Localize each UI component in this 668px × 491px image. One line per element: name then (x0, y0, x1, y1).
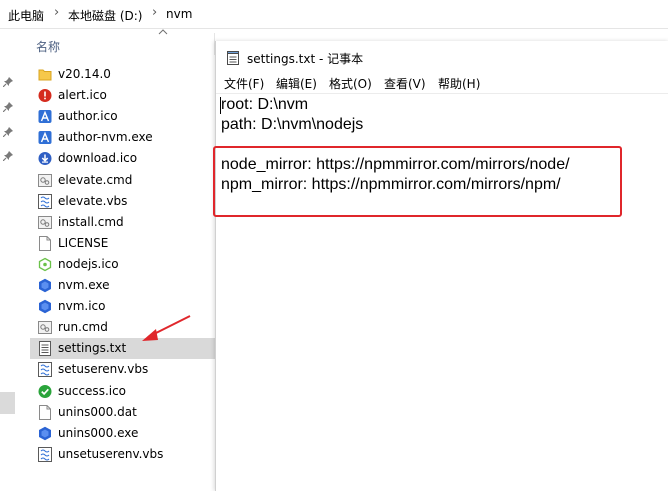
annotation-arrow (142, 315, 191, 341)
